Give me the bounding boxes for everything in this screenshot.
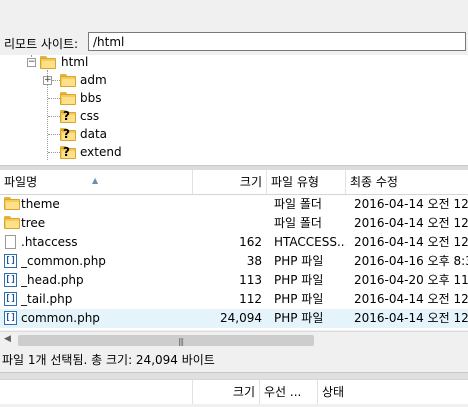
scroll-left-icon[interactable]: ◀ [4,334,11,344]
file-row[interactable]: .htaccess 162 HTACCESS... 2016-04-14 오전 … [0,233,468,252]
column-label: 상태 [322,385,345,399]
queue-splitter[interactable] [0,372,468,379]
column-label: 크기 [239,175,262,189]
column-header-modified[interactable]: 최종 수정 [346,170,468,194]
sort-ascending-icon: ▲ [92,176,99,185]
file-row[interactable]: [] _tail.php 112 PHP 파일 2016-04-14 오전 12… [0,290,468,309]
file-size: 112 [239,292,262,306]
file-type: PHP 파일 [274,311,324,325]
file-type: 파일 폴더 [274,216,322,230]
file-size: 24,094 [220,311,262,325]
tree-item-extend[interactable]: ? extend [60,143,122,161]
file-name: theme [21,197,60,211]
file-size [193,214,262,233]
tree-item-label: html [61,55,89,69]
file-modified: 2016-04-14 오전 12: [354,235,468,249]
file-type: 파일 폴더 [274,197,322,211]
file-row[interactable]: theme 파일 폴더 2016-04-14 오전 12: [0,195,468,214]
file-row[interactable]: tree 파일 폴더 2016-04-14 오전 12: [0,214,468,233]
file-modified: 2016-04-14 오전 12: [354,311,468,325]
file-type: HTACCESS... [274,235,346,249]
tree-item-label: adm [80,73,107,87]
tree-item-label: extend [80,145,122,159]
horizontal-scrollbar[interactable]: ◀ ||| [0,331,468,349]
php-file-icon: [] [4,311,17,325]
php-file-icon: [] [4,254,17,268]
tree-item-data[interactable]: ? data [60,125,107,143]
expand-icon[interactable]: + [43,76,52,85]
column-label: 최종 수정 [350,175,398,189]
tree-item-label: bbs [80,91,102,105]
directory-tree: − html + adm bbs ? css ? data ? extend [0,55,468,165]
file-row-selected[interactable]: [] common.php 24,094 PHP 파일 2016-04-14 오… [0,309,468,328]
file-modified: 2016-04-14 오전 12: [354,216,468,230]
status-bar: 파일 1개 선택됨. 총 크기: 24,094 바이트 [0,348,468,372]
scrollbar-thumb[interactable]: ||| [18,335,314,346]
unknown-folder-icon: ? [60,145,76,159]
tree-item-adm[interactable]: adm [60,71,107,89]
column-header-queue-size[interactable]: 크기 [193,380,260,404]
column-header-queue-server[interactable] [0,380,193,404]
tree-item-label: css [80,109,100,123]
file-size: 113 [239,273,262,287]
file-modified: 2016-04-14 오전 12: [354,197,468,211]
column-label: 크기 [232,385,255,399]
file-name: .htaccess [21,235,78,249]
file-list-header: 파일명 ▲ 크기 파일 유형 최종 수정 [0,170,468,195]
file-modified: 2016-04-20 오후 11: [354,273,468,287]
folder-icon [4,216,20,231]
file-name: _tail.php [21,292,73,306]
file-name: _common.php [21,254,106,268]
collapse-icon[interactable]: − [27,58,36,67]
file-name: tree [21,216,46,230]
folder-icon [60,73,76,87]
column-header-queue-status[interactable]: 상태 [318,380,468,404]
php-file-icon: [] [4,292,17,306]
php-file-icon: [] [4,273,17,287]
file-size: 162 [239,235,262,249]
tree-item-css[interactable]: ? css [60,107,99,125]
tree-item-label: data [80,127,108,141]
file-size [193,195,262,214]
file-size: 38 [246,254,262,268]
tree-guide-line [48,152,60,153]
file-modified: 2016-04-16 오후 8:3 [354,254,468,268]
unknown-folder-icon: ? [60,127,76,141]
remote-site-bar: 리모트 사이트: [0,30,468,54]
remote-path-input[interactable] [88,32,466,51]
file-type: PHP 파일 [274,254,324,268]
remote-site-label: 리모트 사이트: [4,37,79,51]
column-label: 우선 ... [264,385,302,399]
column-header-queue-priority[interactable]: 우선 ... [260,380,318,404]
file-name: common.php [21,311,100,325]
tree-guide-line [48,134,60,135]
column-header-size[interactable]: 크기 [193,170,267,194]
column-label: 파일명 [4,175,38,189]
document-icon [4,235,18,250]
file-row[interactable]: [] _head.php 113 PHP 파일 2016-04-20 오후 11… [0,271,468,290]
remote-file-list: 파일명 ▲ 크기 파일 유형 최종 수정 theme 파일 폴더 2016-04… [0,170,468,330]
column-header-filename[interactable]: 파일명 ▲ [0,170,193,194]
queue-header: 크기 우선 ... 상태 [0,379,468,404]
tree-guide-line [48,116,60,117]
file-row[interactable]: [] _common.php 38 PHP 파일 2016-04-16 오후 8… [0,252,468,271]
folder-open-icon [40,55,56,69]
file-type: PHP 파일 [274,292,324,306]
folder-icon [60,91,76,105]
file-modified: 2016-04-14 오전 12: [354,292,468,306]
file-name: _head.php [21,273,84,287]
file-type: PHP 파일 [274,273,324,287]
grip-icon: ||| [178,337,184,346]
tree-item-bbs[interactable]: bbs [60,89,102,107]
column-label: 파일 유형 [271,175,319,189]
unknown-folder-icon: ? [60,109,76,123]
tree-item-html[interactable]: html [40,55,88,71]
folder-icon [4,197,20,212]
column-header-type[interactable]: 파일 유형 [267,170,346,194]
tree-guide-line [48,98,60,99]
tree-guide-line [52,80,60,81]
